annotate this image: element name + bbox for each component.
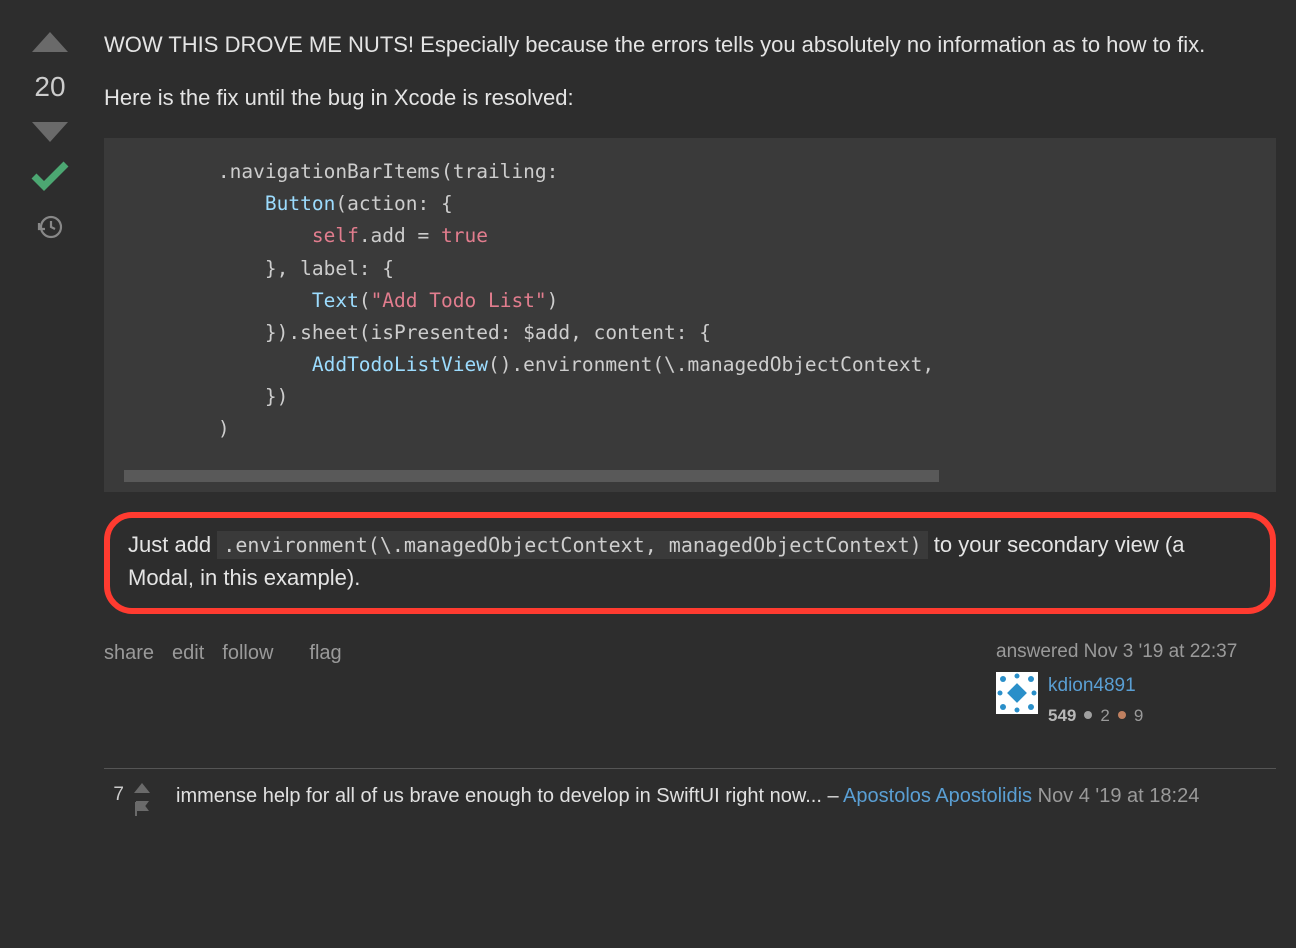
comment-row: 7 immense help for all of us brave enoug…: [104, 781, 1276, 818]
vote-column: 20: [20, 28, 80, 818]
history-icon[interactable]: [37, 214, 63, 240]
answer-container: 20 WOW THIS DROVE ME NUTS! Especially be…: [20, 28, 1276, 818]
comment-author-link[interactable]: Apostolos Apostolidis: [843, 785, 1032, 807]
user-info: kdion4891 549 2 9: [996, 672, 1276, 728]
comment-vote-column: 7: [104, 781, 164, 818]
upvote-icon[interactable]: [28, 28, 72, 56]
user-name-link[interactable]: kdion4891: [1048, 672, 1143, 701]
answer-content: WOW THIS DROVE ME NUTS! Especially becau…: [104, 28, 1276, 818]
downvote-icon[interactable]: [28, 118, 72, 146]
highlight-text: Just add .environment(\.managedObjectCon…: [128, 528, 1252, 594]
rep-score: 549: [1048, 703, 1076, 729]
flag-link[interactable]: flag: [309, 638, 341, 668]
user-card: answered Nov 3 '19 at 22:37: [996, 638, 1276, 729]
inline-code: .environment(\.managedObjectContext, man…: [217, 531, 927, 559]
answered-timestamp: answered Nov 3 '19 at 22:37: [996, 638, 1276, 667]
follow-link[interactable]: follow: [222, 638, 273, 668]
share-link[interactable]: share: [104, 638, 154, 668]
action-links: share edit follow flag: [104, 638, 342, 668]
bronze-badge-icon: [1118, 711, 1126, 719]
code-content: .navigationBarItems(trailing: Button(act…: [124, 156, 1256, 446]
edit-link[interactable]: edit: [172, 638, 204, 668]
code-scrollbar[interactable]: [124, 470, 1256, 482]
vote-score: 20: [34, 66, 65, 108]
comments-section: 7 immense help for all of us brave enoug…: [104, 768, 1276, 818]
answer-paragraph: Here is the fix until the bug in Xcode i…: [104, 81, 1276, 114]
answer-body: WOW THIS DROVE ME NUTS! Especially becau…: [104, 28, 1276, 114]
avatar[interactable]: [996, 672, 1038, 714]
silver-badge-icon: [1084, 711, 1092, 719]
code-block: .navigationBarItems(trailing: Button(act…: [104, 138, 1276, 492]
accepted-checkmark-icon: [26, 156, 74, 196]
silver-badge-count: 2: [1100, 703, 1109, 729]
answer-paragraph: WOW THIS DROVE ME NUTS! Especially becau…: [104, 28, 1276, 61]
action-row: share edit follow flag answered Nov 3 '1…: [104, 638, 1276, 729]
comment-score: 7: [104, 781, 124, 810]
bronze-badge-count: 9: [1134, 703, 1143, 729]
highlighted-annotation: Just add .environment(\.managedObjectCon…: [104, 512, 1276, 614]
comment-upvote-icon[interactable]: [132, 781, 152, 794]
scrollbar-thumb[interactable]: [124, 470, 939, 482]
comment-flag-icon[interactable]: [133, 800, 151, 818]
user-reputation: 549 2 9: [1048, 703, 1143, 729]
comment-text: immense help for all of us brave enough …: [176, 781, 1276, 811]
user-meta: kdion4891 549 2 9: [1048, 672, 1143, 728]
comment-date: Nov 4 '19 at 18:24: [1032, 785, 1199, 807]
comment-icons: [132, 781, 152, 818]
